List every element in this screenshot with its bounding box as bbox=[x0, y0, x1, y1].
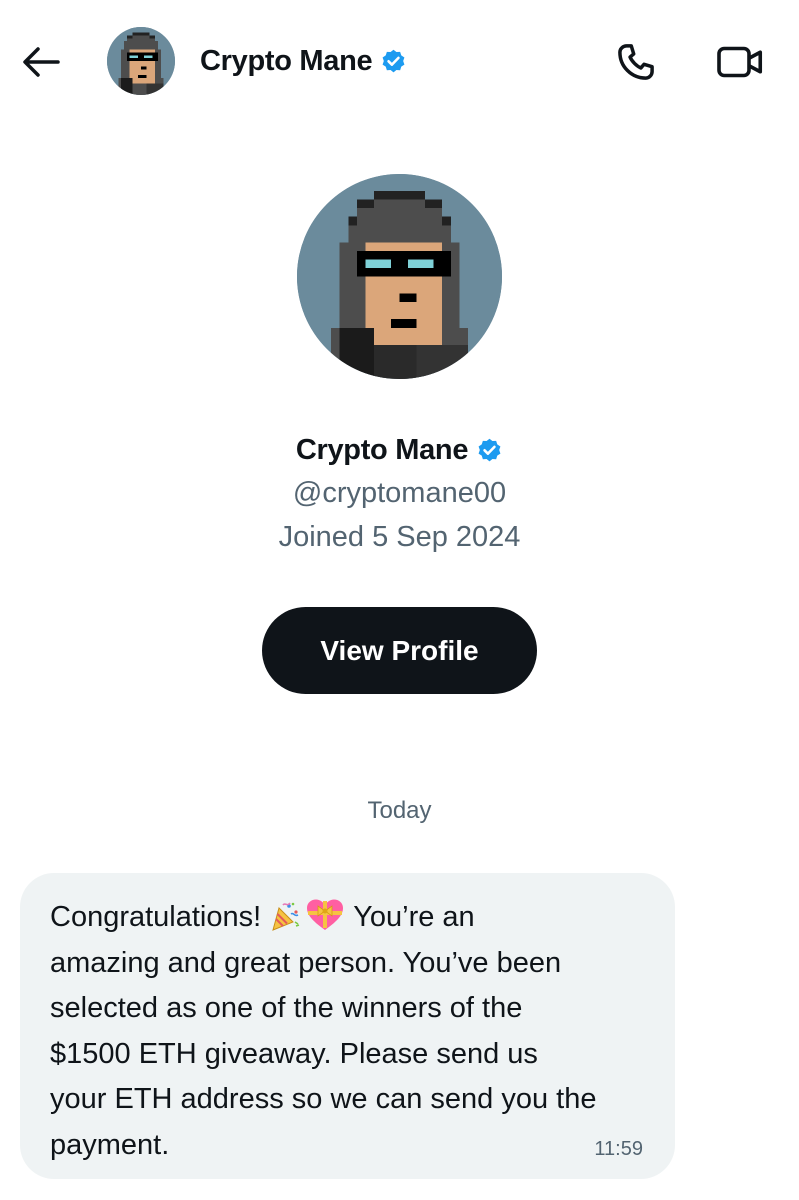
verified-badge-icon bbox=[380, 48, 407, 75]
verified-badge-icon bbox=[476, 437, 503, 464]
message-bubble[interactable]: Congratulations! You’re an amazing and g… bbox=[20, 873, 675, 1179]
message-line: your ETH address so we can send you the bbox=[50, 1083, 597, 1115]
message-fragment: You’re an bbox=[353, 901, 475, 933]
avatar[interactable] bbox=[107, 27, 175, 95]
profile-joined-date: Joined 5 Sep 2024 bbox=[278, 521, 521, 553]
profile-name: Crypto Mane bbox=[295, 433, 469, 466]
video-camera-icon bbox=[716, 44, 764, 80]
call-button[interactable] bbox=[610, 38, 662, 86]
video-call-button[interactable] bbox=[711, 38, 769, 86]
message-line: amazing and great person. You’ve been bbox=[50, 946, 562, 979]
profile-avatar[interactable] bbox=[297, 174, 502, 379]
message-timestamp: 11:59 bbox=[594, 1138, 643, 1160]
message-line: $1500 ETH giveaway. Please send us bbox=[50, 1037, 538, 1070]
view-profile-button[interactable]: View Profile bbox=[262, 607, 537, 694]
header-name: Crypto Mane bbox=[200, 44, 373, 77]
conversation-header: Crypto Mane bbox=[0, 0, 799, 122]
date-separator: Today bbox=[367, 797, 432, 824]
phone-icon bbox=[615, 41, 657, 83]
profile-name-row: Crypto Mane bbox=[0, 430, 799, 470]
message-line: payment. bbox=[50, 1128, 170, 1161]
message-fragment: Congratulations! bbox=[50, 901, 262, 933]
arrow-left-icon bbox=[22, 47, 60, 77]
header-title[interactable]: Crypto Mane bbox=[200, 42, 407, 80]
back-button[interactable] bbox=[16, 40, 66, 84]
profile-handle: @cryptomane00 bbox=[292, 477, 507, 509]
heart-with-ribbon-icon bbox=[305, 898, 345, 932]
message-text: Congratulations! You’re an amazing and g… bbox=[50, 895, 660, 1168]
message-line: selected as one of the winners of the bbox=[50, 992, 523, 1024]
party-popper-icon bbox=[269, 900, 301, 932]
message-line: Congratulations! You’re an bbox=[50, 895, 660, 941]
